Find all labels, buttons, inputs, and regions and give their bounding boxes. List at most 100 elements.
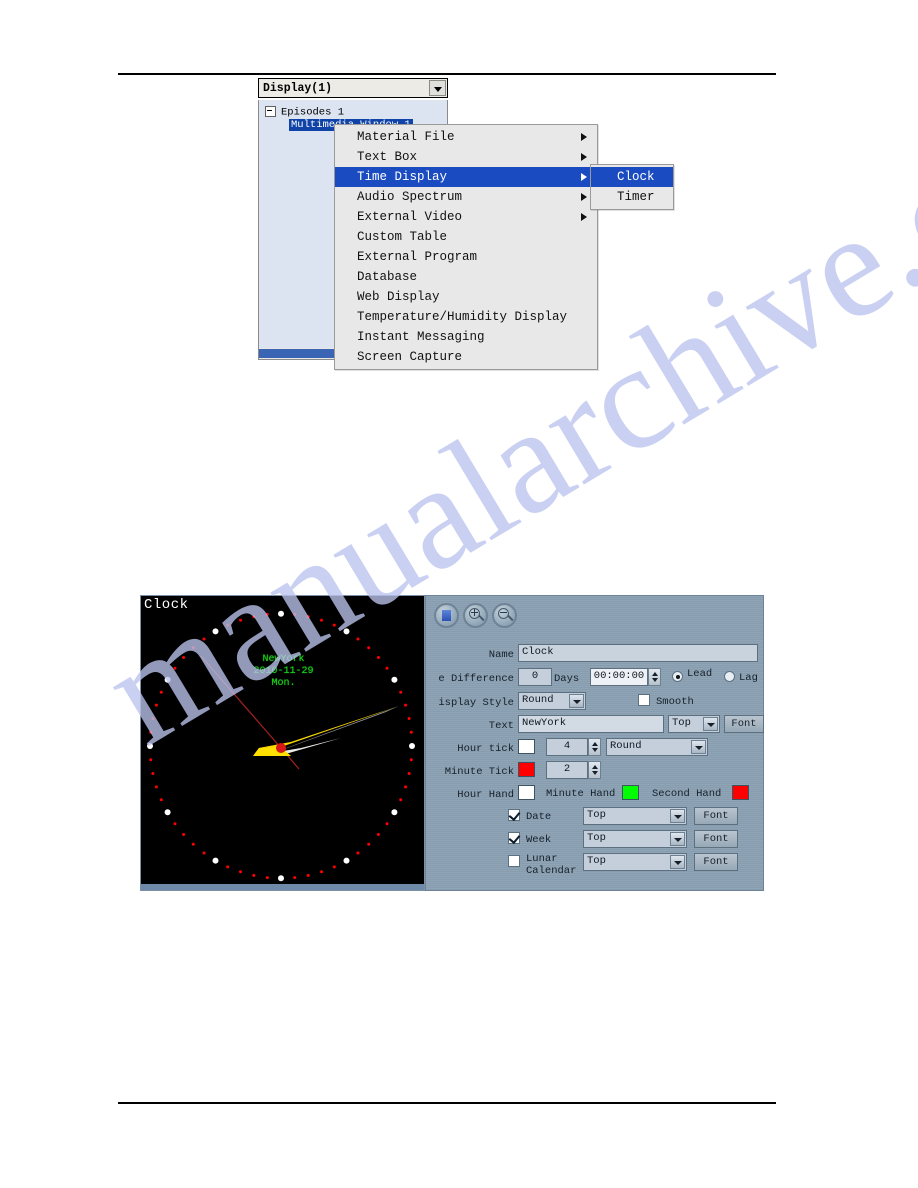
menu-item-external-program[interactable]: External Program (335, 247, 597, 267)
minute-tick (385, 822, 389, 826)
menu-item-screen-capture[interactable]: Screen Capture (335, 347, 597, 367)
date-checkbox[interactable] (508, 809, 520, 821)
lag-label: Lag (739, 672, 758, 684)
name-input[interactable]: Clock (518, 644, 758, 662)
date-font-button[interactable]: Font (694, 807, 738, 825)
minute-tick-size-stepper[interactable] (588, 761, 601, 779)
text-font-button[interactable]: Font (724, 715, 764, 733)
hour-tick-color-swatch[interactable] (518, 739, 535, 754)
minute-tick (332, 865, 336, 869)
menu-item-database[interactable]: Database (335, 267, 597, 287)
minute-tick (173, 822, 177, 826)
minute-tick (182, 833, 186, 836)
chevron-down-icon[interactable] (670, 809, 685, 823)
menu-item-audio-spectrum[interactable]: Audio Spectrum (335, 187, 597, 207)
submenu-item-clock[interactable]: Clock (591, 167, 673, 187)
menu-item-time-display[interactable]: Time Display (335, 167, 597, 187)
display-selector-combo[interactable]: Display(1) (258, 78, 448, 98)
week-checkbox[interactable] (508, 832, 520, 844)
week-position-select[interactable]: Top (583, 830, 687, 848)
submenu-arrow-icon (581, 173, 587, 181)
lag-radio[interactable] (724, 671, 735, 682)
menu-item-custom-table[interactable]: Custom Table (335, 227, 597, 247)
text-input[interactable]: NewYork (518, 715, 664, 733)
menu-item-external-video[interactable]: External Video (335, 207, 597, 227)
chevron-down-icon[interactable] (569, 694, 584, 708)
minute-tick (407, 772, 411, 775)
lunar-position-select[interactable]: Top (583, 853, 687, 871)
minute-tick (367, 646, 371, 650)
magnifier-glyph (498, 608, 509, 619)
hour-tick-shape-select[interactable]: Round (606, 738, 708, 756)
submenu-arrow-icon (581, 193, 587, 201)
minute-tick (320, 870, 323, 874)
minute-tick (356, 637, 360, 641)
menu-item-label: Web Display (357, 290, 440, 304)
clock-properties-panel: Name Clock e Difference 0 Days 00:00:00 … (425, 595, 764, 891)
minute-tick (239, 618, 242, 622)
minute-tick-color-swatch[interactable] (518, 762, 535, 777)
minute-tick (154, 785, 158, 789)
hour-hand-highlight (271, 706, 399, 754)
submenu-item-timer[interactable]: Timer (591, 187, 673, 207)
menu-item-label: External Program (357, 250, 478, 264)
menu-item-web-display[interactable]: Web Display (335, 287, 597, 307)
hour-tick (409, 743, 415, 749)
hour-tick (212, 628, 219, 635)
chevron-down-icon[interactable] (670, 855, 685, 869)
submenu-arrow-icon (581, 133, 587, 141)
minute-hand-color-swatch[interactable] (622, 785, 639, 800)
hour-tick-size-input[interactable]: 4 (546, 738, 588, 756)
clock-preview-canvas[interactable]: NewYork 2010-11-29 Mon. Clock (140, 595, 425, 891)
date-position-select[interactable]: Top (583, 807, 687, 825)
time-offset-stepper[interactable] (648, 668, 661, 686)
context-menu[interactable]: Material File Text Box Time Display Audio S… (334, 124, 598, 370)
text-position-select[interactable]: Top (668, 715, 720, 733)
smooth-checkbox[interactable] (638, 694, 650, 706)
square-glyph (442, 610, 451, 621)
tree-collapse-icon[interactable] (265, 106, 276, 117)
chevron-down-icon[interactable] (691, 740, 706, 754)
preview-status-bar (141, 884, 424, 890)
zoom-in-icon[interactable] (463, 603, 488, 628)
minute-tick-size-input[interactable]: 2 (546, 761, 588, 779)
scrollbar-thumb[interactable] (259, 349, 334, 358)
time-offset-input[interactable]: 00:00:00 (590, 668, 648, 686)
lunar-calendar-checkbox[interactable] (508, 855, 520, 867)
second-hand-color-swatch[interactable] (732, 785, 749, 800)
clock-center-dot (276, 743, 286, 753)
chevron-down-icon[interactable] (429, 80, 446, 96)
hour-tick (278, 875, 284, 882)
tree-item-episodes-label: Episodes 1 (281, 106, 345, 119)
stop-square-icon[interactable] (434, 603, 459, 628)
menu-item-temperature-humidity-display[interactable]: Temperature/Humidity Display (335, 307, 597, 327)
display-selector-label: Display(1) (263, 82, 333, 95)
chevron-down-icon[interactable] (703, 717, 718, 731)
menu-item-text-box[interactable]: Text Box (335, 147, 597, 167)
minute-tick (154, 703, 158, 707)
hour-tick-size-stepper[interactable] (588, 738, 601, 756)
chevron-down-icon[interactable] (670, 832, 685, 846)
minute-tick (376, 833, 380, 836)
row-text: Text NewYork Top Font (426, 715, 765, 737)
week-font-button[interactable]: Font (694, 830, 738, 848)
hour-tick (278, 610, 284, 617)
row-time-difference: e Difference 0 Days 00:00:00 Lead Lag (426, 668, 765, 690)
row-hour-tick: Hour tick 4 Round (426, 738, 765, 760)
time-display-submenu[interactable]: Clock Timer (590, 164, 674, 210)
zoom-out-icon[interactable] (492, 603, 517, 628)
lunar-font-button[interactable]: Font (694, 853, 738, 871)
lead-radio[interactable] (672, 671, 683, 682)
display-style-select[interactable]: Round (518, 692, 586, 710)
tree-item-episodes[interactable]: Episodes 1 (265, 106, 344, 118)
days-input[interactable]: 0 (518, 668, 552, 686)
minute-tick (293, 876, 297, 880)
display-style-label: isplay Style (438, 697, 514, 709)
menu-item-material-file[interactable]: Material File (335, 127, 597, 147)
minute-tick (265, 876, 269, 880)
menu-item-label: Screen Capture (357, 350, 463, 364)
minute-tick (202, 851, 206, 855)
hour-hand-color-swatch[interactable] (518, 785, 535, 800)
menu-item-instant-messaging[interactable]: Instant Messaging (335, 327, 597, 347)
minute-tick (252, 615, 256, 619)
